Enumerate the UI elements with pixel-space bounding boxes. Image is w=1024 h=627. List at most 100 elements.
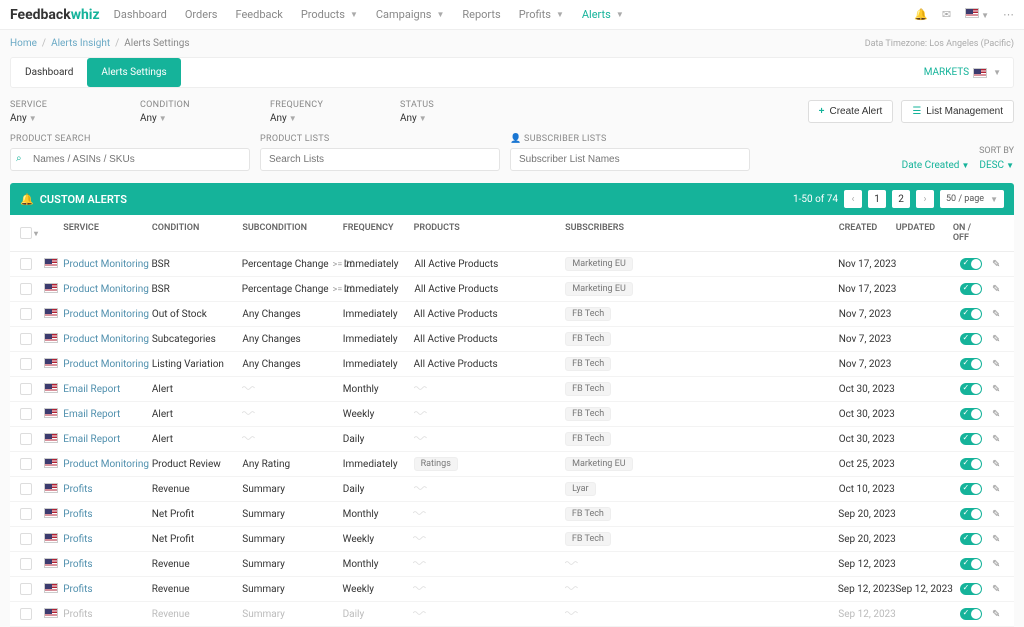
tab-dashboard[interactable]: Dashboard: [11, 58, 87, 87]
edit-icon[interactable]: ✎: [992, 534, 1000, 545]
mail-icon[interactable]: ✉: [942, 8, 951, 21]
toggle-onoff[interactable]: [960, 408, 982, 420]
product-lists-input[interactable]: [260, 148, 500, 171]
more-icon[interactable]: ⋯: [1003, 8, 1014, 21]
service-link[interactable]: Profits: [63, 509, 92, 520]
edit-icon[interactable]: ✎: [992, 509, 1000, 520]
service-link[interactable]: Email Report: [63, 384, 120, 395]
service-link[interactable]: Email Report: [63, 434, 120, 445]
service-link[interactable]: Profits: [63, 609, 92, 620]
toggle-onoff[interactable]: [960, 558, 982, 570]
row-checkbox[interactable]: [20, 358, 32, 370]
edit-icon[interactable]: ✎: [992, 559, 1000, 570]
nav-dashboard[interactable]: Dashboard: [114, 8, 167, 21]
cell-frequency: Immediately: [343, 309, 414, 320]
service-link[interactable]: Profits: [63, 484, 92, 495]
service-link[interactable]: Product Monitoring: [63, 309, 149, 320]
filter-condition[interactable]: CONDITION Any▼: [140, 100, 260, 124]
filter-status[interactable]: STATUS Any▼: [400, 100, 520, 124]
breadcrumb-insight[interactable]: Alerts Insight: [51, 38, 110, 49]
toggle-onoff[interactable]: [960, 433, 982, 445]
logo[interactable]: Feedbackwhiz: [10, 7, 100, 23]
toggle-onoff[interactable]: [960, 308, 982, 320]
toggle-onoff[interactable]: [960, 483, 982, 495]
row-checkbox[interactable]: [20, 383, 32, 395]
filter-frequency[interactable]: FREQUENCY Any▼: [270, 100, 390, 124]
row-checkbox[interactable]: [20, 508, 32, 520]
toggle-onoff[interactable]: [960, 383, 982, 395]
nav-feedback[interactable]: Feedback: [235, 8, 282, 21]
edit-icon[interactable]: ✎: [992, 484, 1000, 495]
service-link[interactable]: Product Monitoring: [63, 459, 149, 470]
product-search-input[interactable]: [10, 148, 250, 171]
toggle-onoff[interactable]: [960, 358, 982, 370]
row-checkbox[interactable]: [20, 258, 32, 270]
row-checkbox[interactable]: [20, 433, 32, 445]
page-1-button[interactable]: 1: [868, 190, 886, 208]
nav-orders[interactable]: Orders: [185, 8, 218, 21]
row-checkbox[interactable]: [20, 333, 32, 345]
edit-icon[interactable]: ✎: [992, 584, 1000, 595]
row-checkbox[interactable]: [20, 608, 32, 620]
row-checkbox[interactable]: [20, 533, 32, 545]
page-next-button[interactable]: ›: [916, 190, 934, 208]
select-all-checkbox[interactable]: [20, 227, 32, 239]
toggle-onoff[interactable]: [960, 258, 982, 270]
cell-condition: Product Review: [152, 459, 243, 470]
service-link[interactable]: Profits: [63, 584, 92, 595]
nav-profits[interactable]: Profits▼: [519, 8, 564, 21]
nav-campaigns[interactable]: Campaigns▼: [376, 8, 444, 21]
service-link[interactable]: Profits: [63, 559, 92, 570]
service-link[interactable]: Email Report: [63, 409, 120, 420]
sort-direction[interactable]: DESC▼: [979, 160, 1014, 171]
cell-created: Sep 20, 2023: [838, 534, 896, 545]
locale-menu[interactable]: ▼: [965, 8, 989, 21]
edit-icon[interactable]: ✎: [992, 384, 1000, 395]
edit-icon[interactable]: ✎: [992, 459, 1000, 470]
breadcrumb-home[interactable]: Home: [10, 38, 37, 49]
service-link[interactable]: Profits: [63, 534, 92, 545]
filter-service[interactable]: SERVICE Any▼: [10, 100, 130, 124]
toggle-onoff[interactable]: [960, 508, 982, 520]
edit-icon[interactable]: ✎: [992, 284, 1000, 295]
row-checkbox[interactable]: [20, 283, 32, 295]
service-link[interactable]: Product Monitoring: [63, 359, 149, 370]
row-checkbox[interactable]: [20, 558, 32, 570]
nav-products[interactable]: Products▼: [301, 8, 358, 21]
service-link[interactable]: Product Monitoring: [63, 334, 149, 345]
service-link[interactable]: Product Monitoring: [63, 259, 149, 270]
markets-selector[interactable]: MARKETS ▼: [924, 67, 1013, 78]
edit-icon[interactable]: ✎: [992, 359, 1000, 370]
toggle-onoff[interactable]: [960, 333, 982, 345]
service-link[interactable]: Product Monitoring: [63, 284, 149, 295]
list-management-button[interactable]: ☰List Management: [901, 100, 1014, 123]
nav-alerts[interactable]: Alerts▼: [582, 8, 624, 21]
row-checkbox[interactable]: [20, 408, 32, 420]
toggle-onoff[interactable]: [960, 533, 982, 545]
toggle-onoff[interactable]: [960, 458, 982, 470]
page-prev-button[interactable]: ‹: [844, 190, 862, 208]
bell-icon[interactable]: 🔔: [914, 8, 928, 21]
row-checkbox[interactable]: [20, 458, 32, 470]
toggle-onoff[interactable]: [960, 583, 982, 595]
toggle-onoff[interactable]: [960, 283, 982, 295]
nav-reports[interactable]: Reports: [462, 8, 500, 21]
page-2-button[interactable]: 2: [892, 190, 910, 208]
cell-frequency: Daily: [343, 434, 414, 445]
subscriber-lists-input[interactable]: [510, 148, 750, 171]
row-checkbox[interactable]: [20, 583, 32, 595]
row-checkbox[interactable]: [20, 308, 32, 320]
edit-icon[interactable]: ✎: [992, 434, 1000, 445]
edit-icon[interactable]: ✎: [992, 409, 1000, 420]
create-alert-button[interactable]: +Create Alert: [808, 100, 894, 123]
cell-subcondition: Percentage Change>= 20: [242, 259, 344, 270]
sort-field[interactable]: Date Created▼: [902, 160, 970, 171]
tab-alerts-settings[interactable]: Alerts Settings: [87, 58, 180, 87]
row-checkbox[interactable]: [20, 483, 32, 495]
page-size-select[interactable]: 50 / page▼: [940, 190, 1004, 208]
edit-icon[interactable]: ✎: [992, 334, 1000, 345]
toggle-onoff[interactable]: [960, 608, 982, 620]
edit-icon[interactable]: ✎: [992, 609, 1000, 620]
edit-icon[interactable]: ✎: [992, 309, 1000, 320]
edit-icon[interactable]: ✎: [992, 259, 1000, 270]
